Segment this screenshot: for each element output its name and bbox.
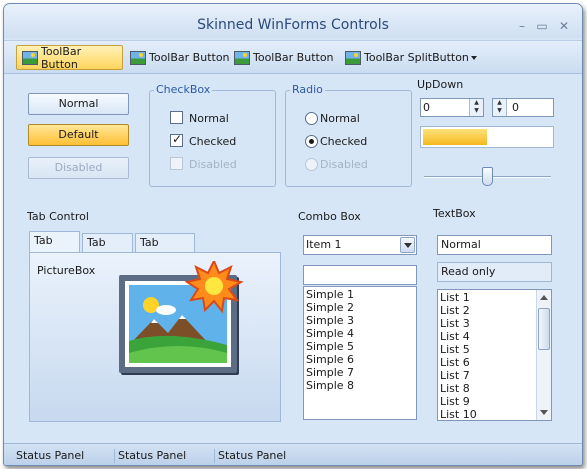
list-item[interactable]: List 6 — [438, 356, 551, 369]
status-panel-1: Status Panel — [16, 449, 85, 462]
minimize-button[interactable]: – — [513, 20, 531, 32]
radio-disabled — [305, 158, 318, 171]
list-item[interactable]: List 7 — [438, 369, 551, 382]
cloud — [156, 305, 176, 315]
scroll-down-icon[interactable] — [537, 406, 551, 420]
title-bar[interactable]: Skinned WinForms Controls – ▭ ✕ — [4, 4, 582, 38]
combo-box-label: Combo Box — [298, 210, 361, 223]
list-item[interactable]: List 8 — [438, 382, 551, 395]
updown-field-1[interactable]: 0 ▲ ▼ — [420, 98, 484, 117]
textbox-section-label: TextBox — [433, 207, 476, 220]
list-item[interactable]: Simple 4 — [304, 327, 416, 340]
arrow-up-icon[interactable]: ▲ — [470, 99, 483, 107]
list-item[interactable]: Simple 3 — [304, 314, 416, 327]
list-item[interactable]: Simple 1 — [304, 288, 416, 301]
radio-normal-label: Normal — [320, 112, 360, 125]
status-panel-3: Status Panel — [214, 449, 286, 463]
combo-text-field[interactable] — [303, 265, 417, 285]
list-item[interactable]: List 5 — [438, 343, 551, 356]
toolbar-button-label: ToolBar Button — [41, 44, 82, 71]
disabled-button: Disabled — [28, 157, 129, 179]
checkbox-group-label: CheckBox — [154, 83, 213, 96]
main-window: Skinned WinForms Controls – ▭ ✕ ToolBar … — [3, 3, 583, 466]
updown-label: UpDown — [417, 78, 464, 91]
scrollbar-thumb[interactable] — [538, 308, 550, 350]
list-item[interactable]: Simple 7 — [304, 366, 416, 379]
toolbar: ToolBar Button ToolBar Button ToolBar Bu… — [4, 40, 582, 74]
checkbox-normal-label: Normal — [189, 112, 229, 125]
simple-list-box[interactable]: Simple 1 Simple 2 Simple 3 Simple 4 Simp… — [303, 286, 417, 420]
textbox-readonly: Read only — [437, 262, 552, 282]
combo-box-value: Item 1 — [306, 238, 342, 251]
radio-normal[interactable] — [305, 112, 318, 125]
list-box[interactable]: List 1 List 2 List 3 List 4 List 5 List … — [437, 289, 552, 421]
radio-group: Radio Normal Checked Disabled — [285, 83, 412, 187]
list-item[interactable]: List 9 — [438, 395, 551, 408]
list-item[interactable]: Simple 8 — [304, 379, 416, 392]
radio-checked-label: Checked — [320, 135, 368, 148]
toolbar-button-3[interactable]: ToolBar Button — [229, 45, 339, 70]
updown-spin-buttons-2[interactable]: ▲ ▼ — [493, 99, 507, 116]
list-item[interactable]: Simple 2 — [304, 301, 416, 314]
default-button[interactable]: Default — [28, 124, 129, 146]
checkbox-checked-label: Checked — [189, 135, 237, 148]
checkbox-group: CheckBox Normal Checked Disabled — [149, 83, 276, 187]
combo-box[interactable]: Item 1 — [303, 235, 417, 255]
toolbar-button-label: ToolBar Button — [149, 51, 230, 64]
radio-disabled-label: Disabled — [320, 158, 368, 171]
arrow-up-icon[interactable]: ▲ — [493, 99, 506, 107]
list-item[interactable]: List 4 — [438, 330, 551, 343]
list-item[interactable]: List 2 — [438, 304, 551, 317]
trackbar-thumb[interactable] — [482, 167, 493, 186]
picturebox-label: PictureBox — [37, 264, 96, 277]
picture-icon — [345, 50, 361, 65]
list-item[interactable]: Simple 6 — [304, 353, 416, 366]
starburst-center — [205, 277, 223, 295]
status-bar: Status Panel Status Panel Status Panel — [4, 443, 582, 465]
updown-value-1: 0 — [423, 101, 430, 114]
status-panel-2: Status Panel — [114, 449, 186, 463]
toolbar-button-label: ToolBar Button — [253, 51, 334, 64]
tab-control-label: Tab Control — [27, 210, 89, 223]
tab-page: PictureBox — [29, 252, 281, 422]
list-item[interactable]: List 3 — [438, 317, 551, 330]
scroll-up-icon[interactable] — [537, 290, 551, 304]
checkbox-disabled-label: Disabled — [189, 158, 237, 171]
tab-three[interactable]: Tab Three — [135, 233, 195, 267]
chevron-down-icon — [471, 55, 477, 60]
window-title: Skinned WinForms Controls — [197, 17, 389, 33]
toolbar-split-dropdown[interactable] — [466, 45, 482, 70]
updown-value-2: 0 — [512, 101, 519, 114]
updown-spin-buttons-1[interactable]: ▲ ▼ — [469, 99, 483, 116]
checkbox-checked[interactable] — [170, 132, 183, 147]
tab-one[interactable]: Tab One — [29, 231, 80, 265]
arrow-down-icon[interactable]: ▼ — [470, 107, 483, 115]
textbox-normal[interactable]: Normal — [437, 235, 552, 255]
list-item[interactable]: List 1 — [438, 291, 551, 304]
radio-group-label: Radio — [290, 83, 325, 96]
progress-bar — [420, 126, 554, 148]
list-item[interactable]: List 10 — [438, 408, 551, 420]
radio-checked[interactable] — [305, 135, 318, 148]
progress-fill — [423, 129, 487, 145]
arrow-down-icon[interactable]: ▼ — [493, 107, 506, 115]
chevron-down-icon[interactable] — [400, 237, 415, 253]
checkbox-disabled — [170, 157, 183, 170]
picture-icon — [234, 50, 250, 65]
tab-two[interactable]: Tab Two — [82, 233, 133, 267]
picture-icon — [22, 50, 38, 65]
toolbar-splitbutton[interactable]: ToolBar SplitButton — [340, 45, 474, 70]
checkbox-normal[interactable] — [170, 111, 183, 124]
toolbar-button-2[interactable]: ToolBar Button — [125, 45, 235, 70]
list-item[interactable]: Simple 5 — [304, 340, 416, 353]
toolbar-button-1[interactable]: ToolBar Button — [16, 44, 123, 71]
maximize-button[interactable]: ▭ — [533, 20, 551, 32]
toolbar-splitbutton-label: ToolBar SplitButton — [364, 51, 469, 64]
list-scrollbar[interactable] — [536, 290, 551, 420]
normal-button[interactable]: Normal — [28, 93, 129, 115]
picture-frame-icon — [119, 261, 244, 375]
close-button[interactable]: ✕ — [555, 20, 573, 32]
updown-field-2[interactable]: ▲ ▼ 0 — [492, 98, 554, 117]
picture-icon — [130, 50, 146, 65]
